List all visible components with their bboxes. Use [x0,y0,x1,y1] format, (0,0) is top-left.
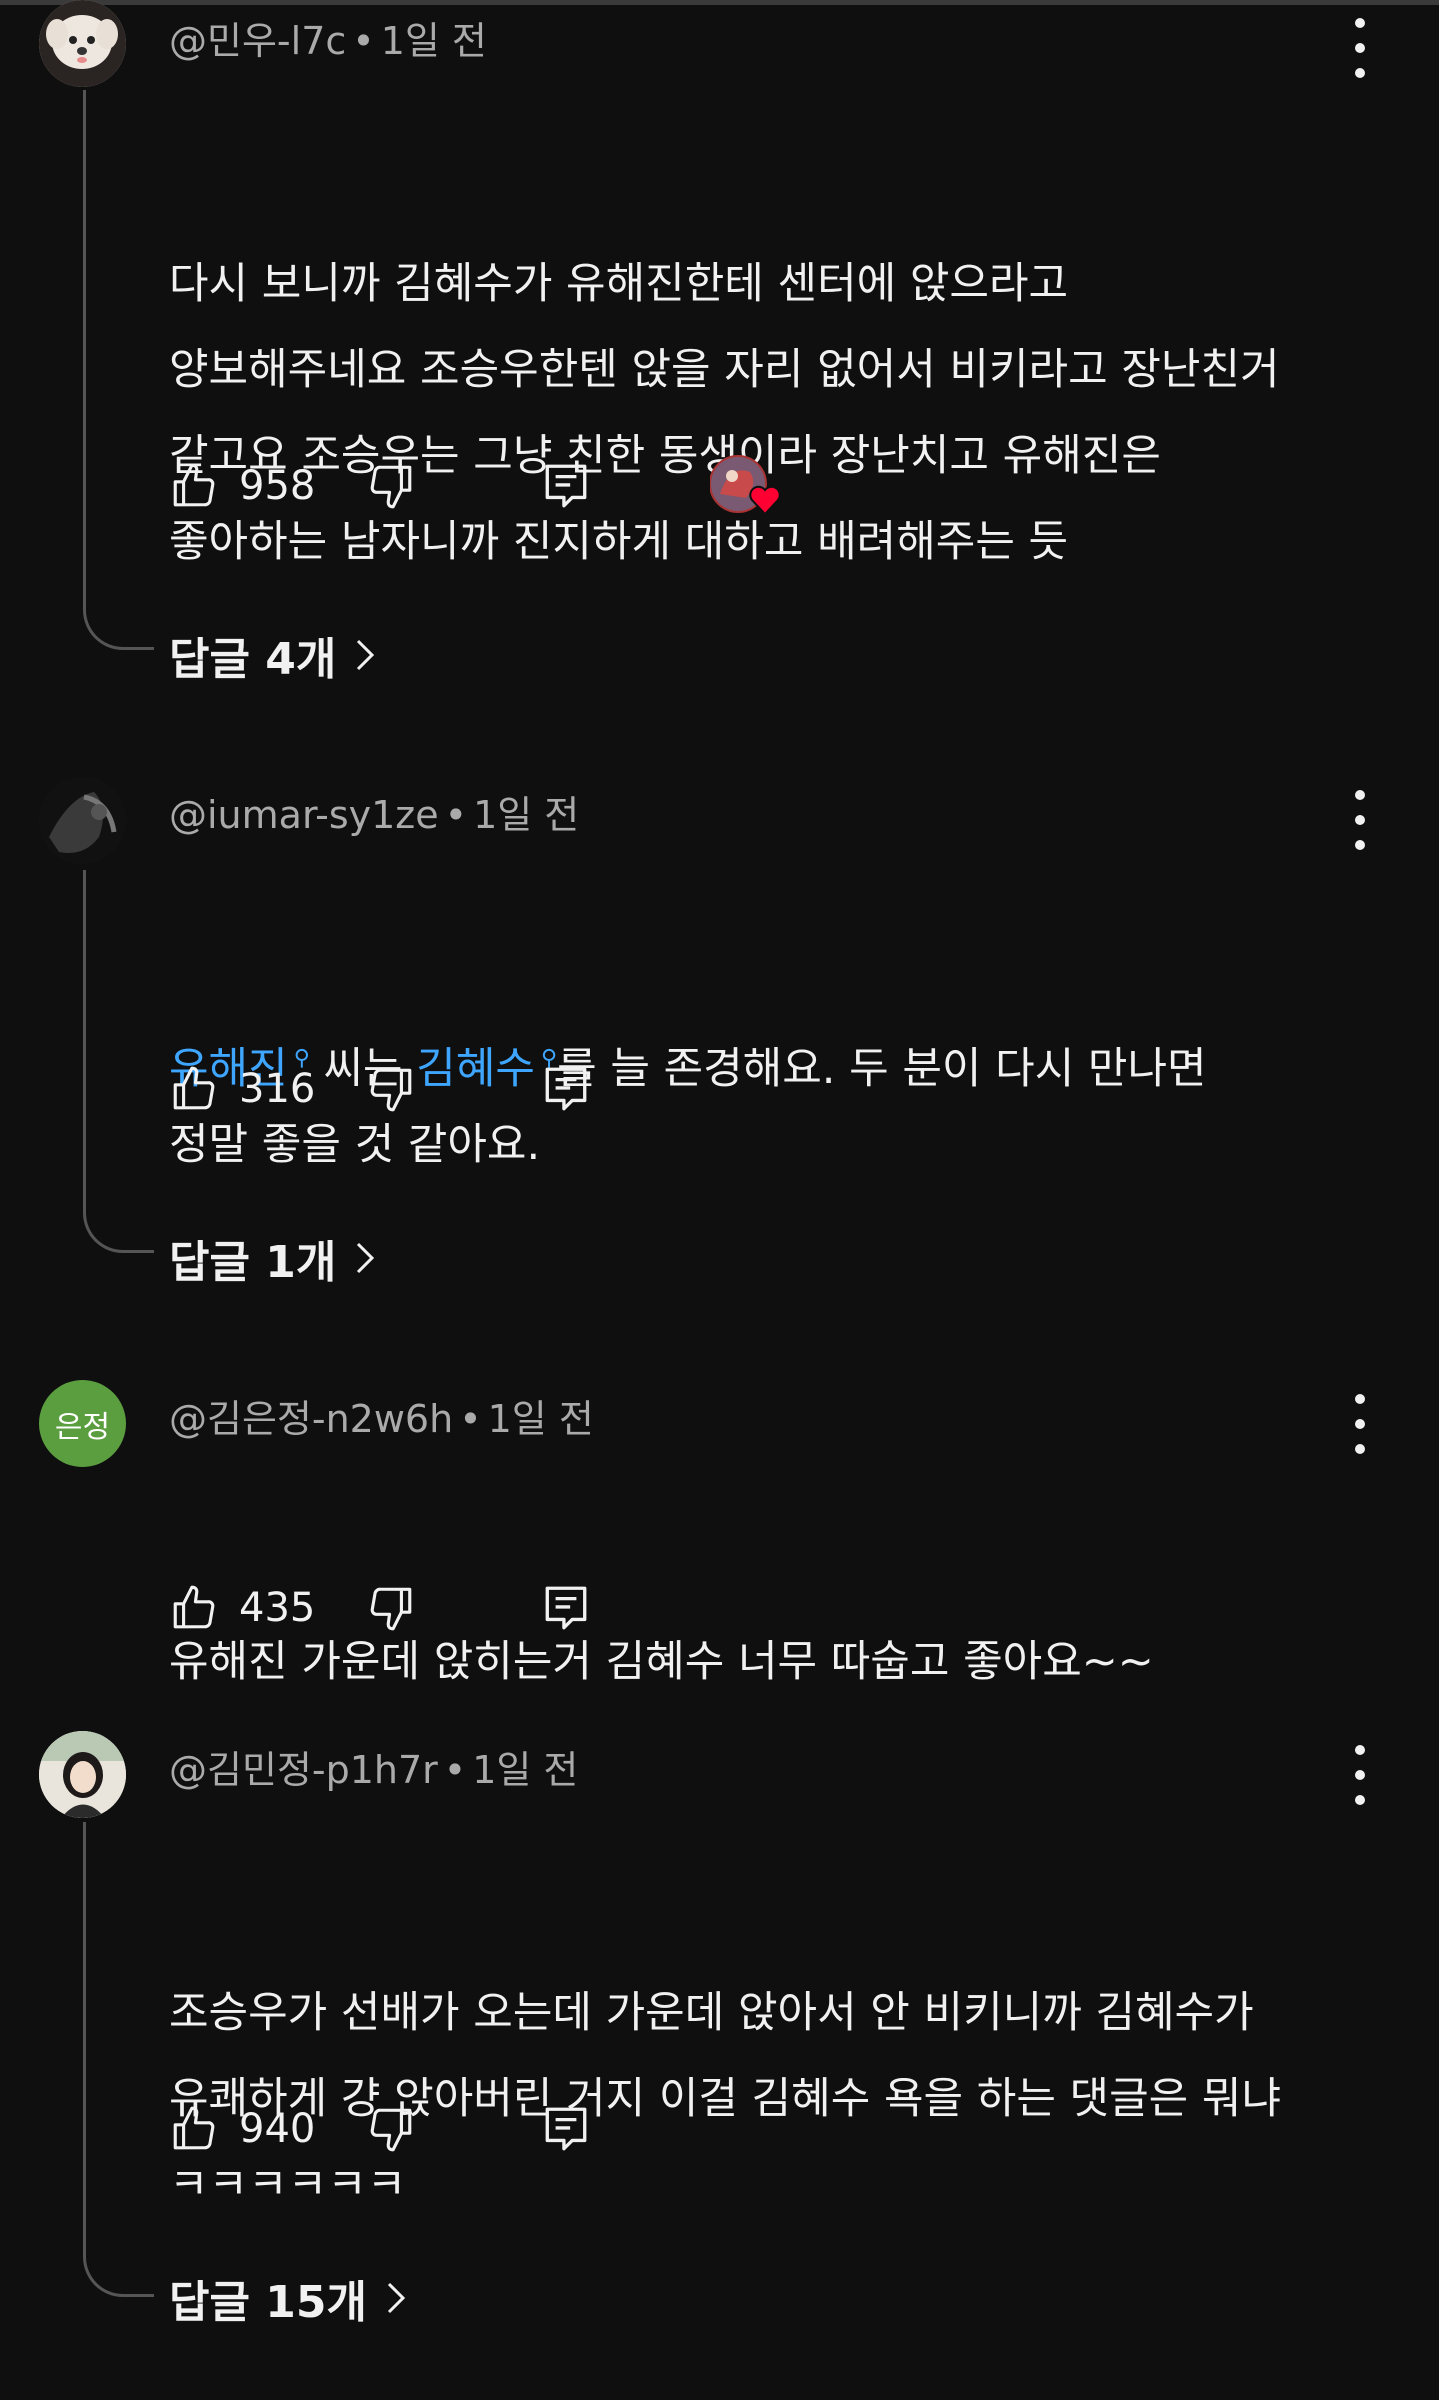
comment-time[interactable]: 1일 전 [488,1397,594,1441]
comment-meta: @김은정-n2w6h • 1일 전 [169,1388,594,1443]
dislike-button[interactable] [366,1059,416,1119]
thumbs-down-icon [370,1068,412,1112]
view-replies-button[interactable]: 답글 4개 [169,622,376,688]
dislike-button[interactable] [366,2099,416,2159]
user-avatar-icon [39,777,126,864]
thumbs-down-icon [370,2108,412,2152]
chevron-right-icon [387,2282,406,2314]
meta-separator: • [352,19,375,63]
top-divider [0,0,1439,5]
more-vert-icon [1355,1745,1365,1755]
reply-comment-icon [545,464,587,508]
author-name[interactable]: @민우-l7c [169,19,346,63]
more-options-button[interactable] [1340,790,1380,850]
thumbs-up-icon [173,1585,215,1629]
dislike-button[interactable] [366,456,416,516]
more-options-button[interactable] [1340,1394,1380,1454]
avatar-initials-text: 은정 [54,1409,111,1445]
replies-label: 답글 15개 [169,2277,367,2328]
dislike-button[interactable] [366,1578,416,1638]
reply-button[interactable] [541,1059,591,1119]
heart-icon [749,485,781,516]
dog-avatar-icon [39,0,126,87]
chevron-right-icon [357,639,375,671]
like-button[interactable] [169,2099,219,2159]
comment-time[interactable]: 1일 전 [472,1748,578,1792]
view-replies-button[interactable]: 답글 1개 [169,1225,376,1291]
thumbs-up-icon [173,463,215,507]
user-avatar-icon [39,1731,126,1818]
comment-meta: @민우-l7c • 1일 전 [169,10,487,65]
thumbs-down-icon [370,1587,412,1631]
thumbs-up-icon [173,1066,215,1110]
comment-actions: 940 [169,2099,869,2159]
comment-meta: @iumar-sy1ze • 1일 전 [169,784,579,839]
reply-button[interactable] [541,456,591,516]
avatar-photo[interactable] [39,1731,126,1818]
like-button[interactable] [169,1578,219,1638]
comment-time[interactable]: 1일 전 [381,19,487,63]
reply-comment-icon [545,1067,587,1111]
thumbs-up-icon [173,2106,215,2150]
comment-meta: @김민정-p1h7r • 1일 전 [169,1739,578,1794]
comment-time[interactable]: 1일 전 [473,793,579,837]
thumbs-down-icon [370,465,412,509]
avatar-initials[interactable]: 은정 [39,1380,126,1467]
comment-actions: 958 [169,455,869,516]
author-name[interactable]: @김민정-p1h7r [169,1748,438,1792]
more-vert-icon [1355,18,1365,28]
replies-label: 답글 1개 [169,1237,337,1288]
reply-thread-line [83,1822,154,2297]
comment-actions: 316 [169,1059,869,1119]
chevron-right-icon [357,1242,375,1274]
meta-separator: • [444,793,468,837]
reply-button[interactable] [541,1578,591,1638]
like-count: 316 [239,1066,316,1112]
reply-thread-line [83,90,154,650]
replies-label: 답글 4개 [169,634,337,685]
more-vert-icon [1355,790,1365,800]
more-options-button[interactable] [1340,1745,1380,1805]
comment-actions: 435 [169,1578,869,1638]
author-name[interactable]: @김은정-n2w6h [169,1397,453,1441]
creator-heart-badge [709,454,790,520]
like-button[interactable] [169,1059,219,1119]
more-vert-icon [1355,1394,1365,1404]
like-count: 435 [239,1585,316,1631]
avatar-dog[interactable] [39,0,126,87]
view-replies-button[interactable]: 답글 15개 [169,2265,407,2331]
reply-button[interactable] [541,2099,591,2159]
avatar-dark[interactable] [39,777,126,864]
reply-thread-line [83,870,154,1253]
meta-separator: • [459,1397,482,1441]
reply-comment-icon [545,1586,587,1630]
like-count: 958 [239,463,316,509]
like-button[interactable] [169,456,219,516]
reply-comment-icon [545,2107,587,2151]
like-count: 940 [239,2106,316,2152]
author-name[interactable]: @iumar-sy1ze [169,793,439,837]
meta-separator: • [443,1748,467,1792]
